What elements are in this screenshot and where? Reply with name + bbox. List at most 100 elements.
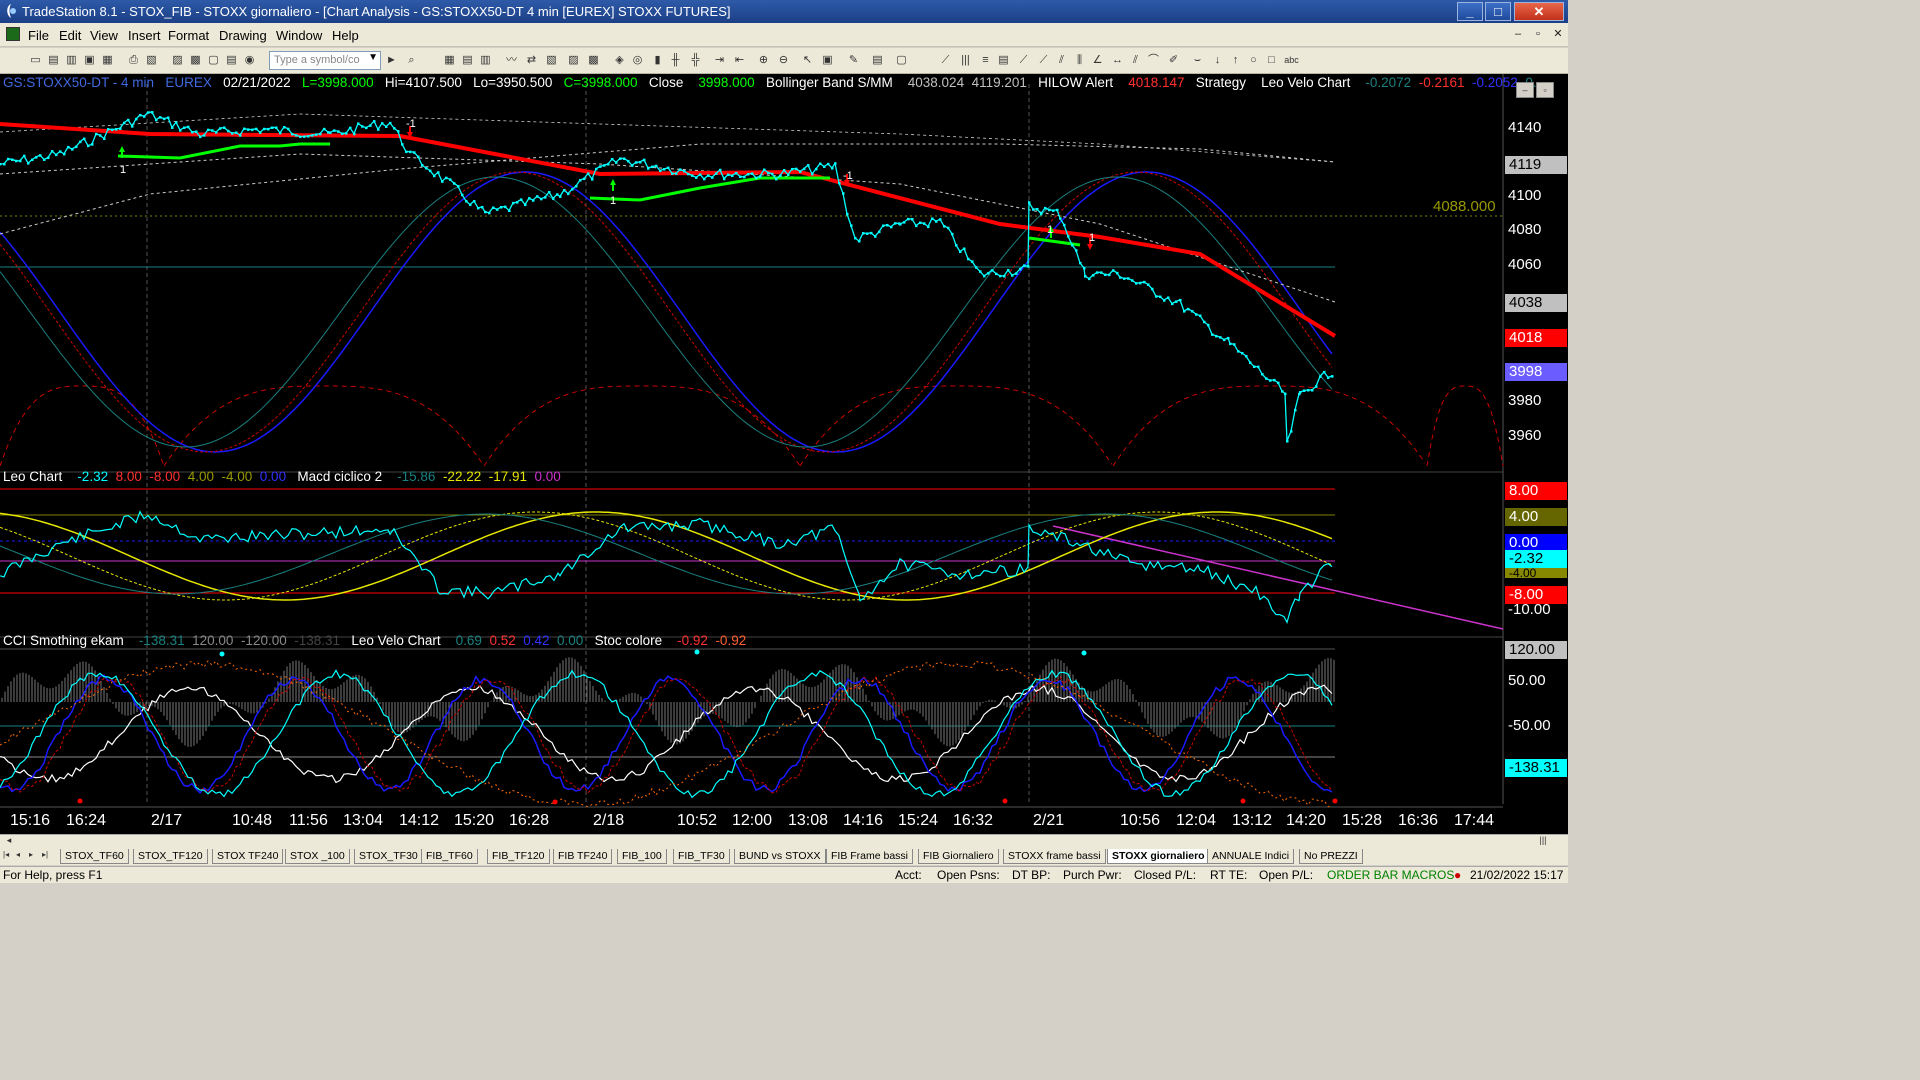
menu-format[interactable]: Format [168, 28, 209, 43]
fibonacci-icon[interactable]: ▤ [996, 53, 1011, 68]
open-workspace-icon[interactable]: ▥ [64, 53, 79, 68]
panel-restore-button[interactable]: ▫ [1536, 82, 1554, 98]
activity-bar-icon[interactable]: ◈ [612, 53, 627, 68]
order-bar-macros-label[interactable]: ORDER BAR MACROS [1327, 868, 1454, 882]
andrews-pitchfork-icon[interactable]: ⫽ [1054, 53, 1069, 68]
print-preview-icon[interactable]: ▧ [144, 53, 159, 68]
scroll-left-icon[interactable]: ◂ [2, 835, 16, 848]
arc-tool-icon[interactable]: ⌣ [1190, 53, 1205, 68]
close-button[interactable]: ✕ [1514, 2, 1564, 21]
mdi-minimize-button[interactable]: – [1510, 27, 1526, 42]
optionstation-icon[interactable]: ◉ [242, 53, 257, 68]
menu-file[interactable]: File [28, 28, 49, 43]
tab-stox-100[interactable]: STOX _100 [285, 849, 350, 864]
candlestick-icon[interactable]: ▮ [650, 53, 665, 68]
tab-no-prezzi[interactable]: No PREZZI [1299, 849, 1363, 864]
tab-stox-tf120[interactable]: STOX_TF120 [133, 849, 208, 864]
angle-line-icon[interactable]: ∠ [1090, 53, 1105, 68]
go-arrow-icon[interactable]: ► [384, 53, 399, 68]
tab-fib-tf60[interactable]: FIB_TF60 [421, 849, 478, 864]
panel-minimize-button[interactable]: – [1516, 82, 1534, 98]
tab-fib-tf30[interactable]: FIB_TF30 [673, 849, 730, 864]
radar-icon[interactable]: ▩ [188, 53, 203, 68]
zoom-out-bars-icon[interactable]: ⇤ [732, 53, 747, 68]
symbol-input[interactable]: Type a symbol/co ▼ [269, 51, 381, 70]
indicator-icon[interactable]: 〰 [504, 53, 519, 68]
menu-view[interactable]: View [90, 28, 118, 43]
data-window-icon[interactable]: ▥ [478, 53, 493, 68]
line-chart-icon[interactable]: ╬ [688, 53, 703, 68]
alert-icon[interactable]: ▢ [894, 53, 909, 68]
tab-stox-tf60[interactable]: STOX_TF60 [60, 849, 129, 864]
arc-icon[interactable]: ⌒ [1146, 53, 1161, 68]
tab-bund-vs-stoxx[interactable]: BUND vs STOXX [734, 849, 826, 864]
pencil-icon[interactable]: ✐ [1166, 53, 1181, 68]
menu-help[interactable]: Help [332, 28, 359, 43]
save-icon[interactable]: ▣ [82, 53, 97, 68]
scroll-thumb-icon[interactable]: ||| [1536, 835, 1550, 848]
speed-lines-icon[interactable]: ⟋ [1036, 53, 1051, 68]
maximize-button[interactable]: □ [1485, 2, 1511, 21]
lock-icon[interactable]: ▢ [206, 53, 221, 68]
tab-annuale-indici[interactable]: ANNUALE Indici [1207, 849, 1295, 864]
probability-map-icon[interactable]: ▩ [586, 53, 601, 68]
tab-fib-giornaliero[interactable]: FIB Giornaliero [918, 849, 999, 864]
ellipse-icon[interactable]: ○ [1246, 53, 1261, 68]
menu-window[interactable]: Window [276, 28, 322, 43]
matrix-icon[interactable]: ▤ [224, 53, 239, 68]
chart-window-icon[interactable]: ▨ [170, 53, 185, 68]
tab-fib-tf240[interactable]: FIB TF240 [553, 849, 613, 864]
symbol-dropdown-icon[interactable]: ▼ [368, 52, 378, 63]
format-symbol-icon[interactable]: ▤ [460, 53, 475, 68]
parallel-lines-icon[interactable]: ⫽ [1128, 53, 1143, 68]
tools-icon[interactable]: ✎ [846, 53, 861, 68]
tab-stoxx-giornaliero[interactable]: STOXX giornaliero [1107, 849, 1210, 864]
rectangle-icon[interactable]: □ [1264, 53, 1279, 68]
scanner-icon[interactable]: ◎ [630, 53, 645, 68]
chart-document-icon[interactable] [6, 27, 20, 41]
mdi-restore-button[interactable]: ▫ [1530, 27, 1546, 42]
tab-fib-frame-bassi[interactable]: FIB Frame bassi [826, 849, 914, 864]
gann-fan-icon[interactable]: ⟋ [1016, 53, 1031, 68]
showme-icon[interactable]: ▨ [566, 53, 581, 68]
horizontal-scrollbar[interactable]: ◂ ||| [0, 834, 1568, 848]
menu-edit[interactable]: Edit [59, 28, 81, 43]
trendline-icon[interactable]: ⟋ [938, 53, 953, 68]
tab-stoxx-frame-bassi[interactable]: STOXX frame bassi [1003, 849, 1106, 864]
mdi-close-button[interactable]: ✕ [1550, 27, 1566, 42]
vertical-lines-icon[interactable]: ||| [958, 53, 973, 68]
bar-chart-icon[interactable]: ╫ [668, 53, 683, 68]
paintbar-icon[interactable]: ▧ [544, 53, 559, 68]
arrow-up-icon[interactable]: ↑ [1228, 53, 1243, 68]
menu-drawing[interactable]: Drawing [219, 28, 267, 43]
tab-stox-tf30[interactable]: STOX_TF30 [354, 849, 423, 864]
chart-canvas[interactable] [0, 74, 1568, 834]
arrow-down-icon[interactable]: ↓ [1210, 53, 1225, 68]
chart-analysis-window[interactable]: GS:STOXX50-DT - 4 min EUREX 02/21/2022 L… [0, 74, 1568, 834]
tab-last-icon[interactable]: ▸| [42, 850, 52, 859]
tab-prev-icon[interactable]: ◂ [16, 850, 26, 859]
symbol-lookup-icon[interactable]: ⌕ [404, 53, 419, 68]
tab-next-icon[interactable]: ▸ [29, 850, 39, 859]
order-bar-icon[interactable]: ▤ [870, 53, 885, 68]
tab-fib-tf120[interactable]: FIB_TF120 [487, 849, 550, 864]
crosshair-window-icon[interactable]: ▣ [820, 53, 835, 68]
horizontal-lines-icon[interactable]: ≡ [978, 53, 993, 68]
zoom-in-bars-icon[interactable]: ⇥ [712, 53, 727, 68]
horizontal-arrow-icon[interactable]: ↔ [1110, 53, 1125, 68]
minimize-button[interactable]: _ [1457, 2, 1483, 21]
new-icon[interactable]: ▭ [28, 53, 43, 68]
text-tool-icon[interactable]: abc [1284, 53, 1299, 68]
tab-first-icon[interactable]: |◂ [3, 850, 13, 859]
tab-fib-100[interactable]: FIB_100 [617, 849, 667, 864]
format-window-icon[interactable]: ▦ [442, 53, 457, 68]
open-icon[interactable]: ▤ [46, 53, 61, 68]
zoom-in-icon[interactable]: ⊕ [756, 53, 771, 68]
print-icon[interactable]: ⎙ [126, 53, 141, 68]
save-all-icon[interactable]: ▦ [100, 53, 115, 68]
pointer-icon[interactable]: ↖ [800, 53, 815, 68]
zoom-out-icon[interactable]: ⊖ [776, 53, 791, 68]
tab-stox-tf240[interactable]: STOX TF240 [212, 849, 284, 864]
regression-channel-icon[interactable]: ⫼ [1072, 53, 1087, 68]
strategy-icon[interactable]: ⇄ [524, 53, 539, 68]
